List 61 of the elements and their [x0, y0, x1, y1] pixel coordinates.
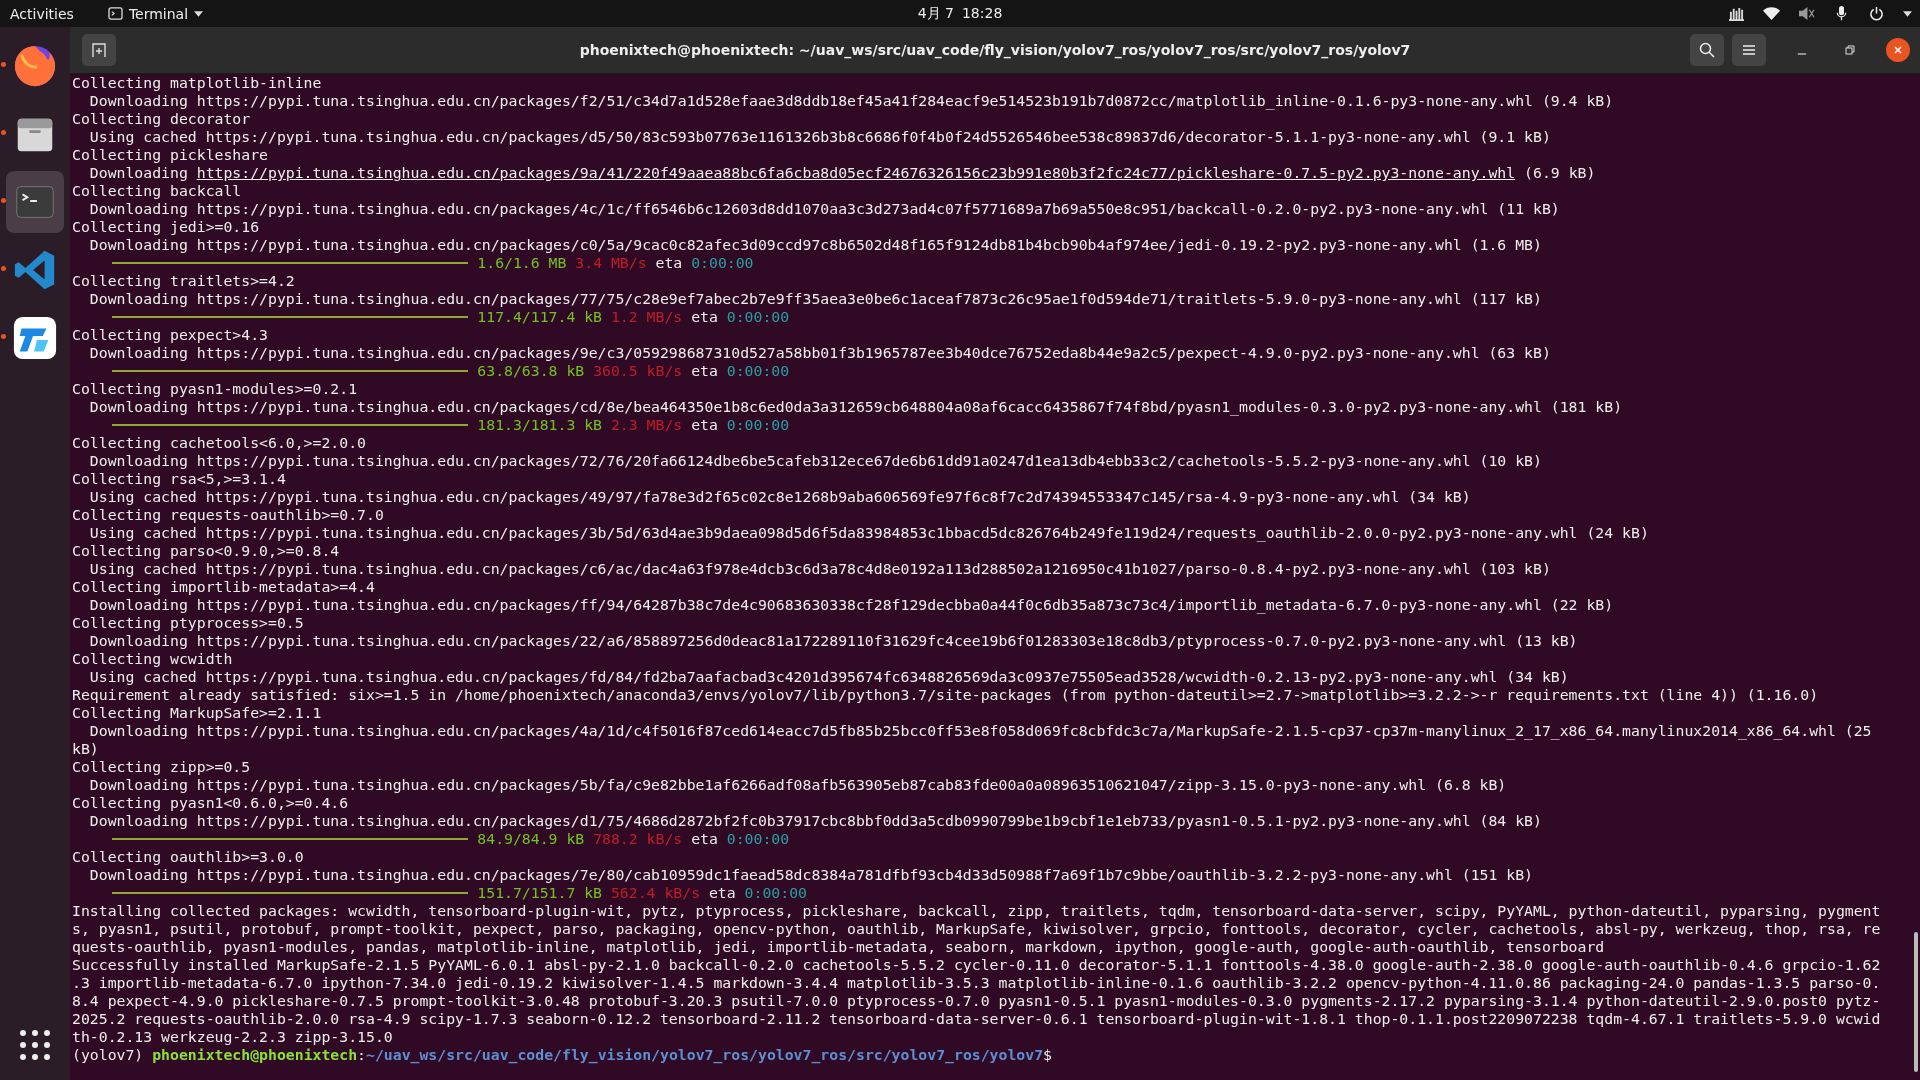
terminal-line: Downloading https://pypi.tuna.tsinghua.edu.cn/packages/4a/1d/c4f5016f87ced614eacc7d5fb85b25bcc0ff53e8f058d069fc8cbfdc3c7a/MarkupSafe-2.1.5-cp37-cp37m-manylinux_2_17_x86_64.manylinux2014_x86_64.whl (25	[88, 722, 1872, 740]
link[interactable]: https://pypi.tuna.tsinghua.edu.cn/packages/9a/41/220f49aaea88bc6fa6cba8d05ecf24676326156c23b991e80b3f2fc24c77/pickleshare-0.7.5-py2.py3-none-any.whl	[196, 164, 1516, 181]
terminal-line: 2025.2 requests-oauthlib-2.0.0 rsa-4.9 scipy-1.7.3 seaborn-0.12.2 tensorboard-2.11.2 tensorboard-data-server-0.6.1 tensorboard-plugin-wit-1.8.1 thop-0.1.1.post2209072238 tqdm-4.67.1 traitlets-5.9.0 wcwid	[72, 1010, 1881, 1028]
terminal-line: Downloading https://pypi.tuna.tsinghua.edu.cn/packages/ff/94/64287b38c7de4c90683630338cf28f129decbba0a44f0c6db35a873c73c4/importlib_metadata-6.7.0-py3-none-any.whl (22 kB)	[88, 596, 1614, 614]
terminal-line: Collecting decorator	[72, 110, 251, 128]
terminal-line: quests-oauthlib, pyasn1-modules, pandas, matplotlib-inline, matplotlib, jedi, importlib-metadata, seaborn, markdown, ipython, google-auth, google-auth-oauthlib, tensorboard	[72, 938, 1605, 956]
progress-status: 1.6/1.6 MB 3.4 MB/s eta 0:00:00	[477, 254, 754, 272]
terminal-line: Using cached https://pypi.tuna.tsinghua.edu.cn/packages/c6/ac/dac4a63f978e4dcb3c6d3a78c4d8e0192a113d288502a1216950c41b1027/parso-0.8.4-py2.py3-none-any.whl (103 kB)	[88, 560, 1551, 578]
terminal-line: Collecting pyasn1<0.6.0,>=0.4.6	[72, 794, 349, 812]
window-title: phoenixtech@phoenixtech: ~/uav_ws/src/uav_code/fly_vision/yolov7_ros/yolov7_ros/src/yolov7_ros/yolov7	[579, 42, 1411, 58]
terminal-line: Downloading https://pypi.tuna.tsinghua.edu.cn/packages/9e/c3/059298687310d527a58bb01f3b1965787ee3b40dce76752eda8b44e9a2c5/pexpect-4.9.0-py2.py3-none-any.whl (63 kB)	[88, 344, 1551, 362]
terminal-line: Collecting parso<0.9.0,>=0.8.4	[72, 542, 340, 560]
terminal-line: Collecting ptyprocess>=0.5	[72, 614, 304, 632]
terminal-line: Downloading https://pypi.tuna.tsinghua.edu.cn/packages/7e/80/cab10959dc1faead58dc8384a781dfbf93cb4d33d50988f7a69f1b7c9bbe/oauthlib-3.2.2-py3-none-any.whl (151 kB)	[88, 866, 1533, 884]
terminal-line: Downloading https://pypi.tuna.tsinghua.edu.cn/packages/4c/1c/ff6546b6c12603d8dd1070aa3c3d273ad4c07f5771689a7b69a550e8c951/backcall-0.2.0-py2.py3-none-any.whl (11 kB)	[88, 200, 1560, 218]
terminal-line: Downloading https://pypi.tuna.tsinghua.edu.cn/packages/72/76/20fa66124dbe6be5cafeb312ece67de6b61dd91a0247d1ea13db4ebb33c2/cachetools-5.5.2-py3-none-any.whl (10 kB)	[88, 452, 1542, 470]
terminal-line: Downloading https://pypi.tuna.tsinghua.edu.cn/packages/22/a6/858897256d0deac81a172289110f31629fc4cee19b6f01283303e18c8db3/ptyprocess-0.7.0-py2.py3-none-any.whl (13 kB)	[88, 632, 1578, 650]
terminal-line: s, pyasn1, psutil, protobuf, prompt-toolkit, pexpect, parso, packaging, opencv-python, oauthlib, MarkupSafe, kiwisolver, grpcio, fonttools, decorator, cycler, cachetools, absl-py, werkzeug, thop, rsa, re	[72, 920, 1881, 938]
terminal-line: Using cached https://pypi.tuna.tsinghua.edu.cn/packages/d5/50/83c593b07763e1161326b3b8c6686f0f4b0f24d5526546bee538c89837d6/decorator-5.1.1-py3-none-any.whl (9.1 kB)	[88, 128, 1551, 146]
terminal-line: Successfully installed MarkupSafe-2.1.5 PyYAML-6.0.1 absl-py-2.1.0 backcall-0.2.0 cachetools-5.5.2 cycler-0.11.0 decorator-5.1.1 fonttools-4.38.0 google-auth-2.38.0 google-auth-oauthlib-0.4.6 grpcio-1.62	[72, 956, 1881, 974]
date-label: 4月 7	[917, 4, 954, 23]
terminal-line: Downloading https://pypi.tuna.tsinghua.edu.cn/packages/d1/75/4686d2872bf2fc0b37917cbc8bbf0dd3a5cdb0990799be1b9cbf1e1eb733/pyasn1-0.5.1-py2.py3-none-any.whl (84 kB)	[88, 812, 1542, 830]
terminal-line: Collecting rsa<5,>=3.1.4	[72, 470, 286, 488]
progress-status: 181.3/181.3 kB 2.3 MB/s eta 0:00:00	[477, 416, 790, 434]
progress-status: 84.9/84.9 kB 788.2 kB/s eta 0:00:00	[477, 830, 790, 848]
terminal-line: Using cached https://pypi.tuna.tsinghua.edu.cn/packages/3b/5d/63d4ae3b9daea098d5d6f5da83984853c1bbacd5dc826764b249fe119d24/requests_oauthlib-2.0.0-py2.py3-none-any.whl (24 kB)	[88, 524, 1649, 542]
terminal-line: th-0.2.13 werkzeug-2.2.3 zipp-3.15.0	[72, 1028, 393, 1046]
terminal-line: .3 importlib-metadata-6.7.0 ipython-7.34.0 jedi-0.19.2 kiwisolver-1.4.5 markdown-3.4.4 matplotlib-3.5.3 matplotlib-inline-0.1.6 oauthlib-3.2.2 opencv-python-4.11.0.86 packaging-24.0 pandas-1.3.5 parso-0.	[72, 974, 1881, 992]
terminal-line: Collecting MarkupSafe>=2.1.1	[72, 704, 322, 722]
app-menu[interactable]: Terminal	[103, 5, 208, 22]
terminal-line: Collecting backcall	[72, 182, 242, 200]
terminal-line: Using cached https://pypi.tuna.tsinghua.edu.cn/packages/fd/84/fd2ba7aafacbad3c4201d395674fc6348826569da3c0937e75505ead3528/wcwidth-0.2.13-py2.py3-none-any.whl (34 kB)	[88, 668, 1569, 686]
terminal-line: Downloading https://pypi.tuna.tsinghua.edu.cn/packages/5b/fa/c9e82bbe1af6266adf08afb563905eb87cab83fde00a0a08963510621047/zipp-3.15.0-py3-none-any.whl (6.8 kB)	[88, 776, 1507, 794]
terminal-line: Collecting requests-oauthlib>=0.7.0	[72, 506, 384, 524]
terminal-line: Collecting traitlets>=4.2	[72, 272, 295, 290]
terminal-line: Collecting cachetools<6.0,>=2.0.0	[72, 434, 366, 452]
terminal-line: kB)	[72, 740, 99, 758]
terminal-line: Collecting importlib-metadata>=4.4	[72, 578, 375, 596]
progress-status: 117.4/117.4 kB 1.2 MB/s eta 0:00:00	[477, 308, 790, 326]
terminal-line: Collecting matplotlib-inline	[72, 74, 322, 92]
terminal-line: Requirement already satisfied: six>=1.5 in /home/phoenixtech/anaconda3/envs/yolov7/lib/python3.7/site-packages (from python-dateutil>=2.7->matplotlib>=3.2.2->-r requirements.txt (line 4)) (1.16.0)	[72, 686, 1819, 704]
terminal-line: Downloading https://pypi.tuna.tsinghua.edu.cn/packages/f2/51/c34d7a1d528efaae3d8ddb18ef45a41f284eacf9e514523b191b7d0872cc/matplotlib_inline-0.1.6-py3-none-any.whl (9.4 kB)	[88, 92, 1614, 110]
terminal-line: Downloading https://pypi.tuna.tsinghua.edu.cn/packages/cd/8e/bea464350e1b8c6ed0da3a312659cb648804a08af6cacc6435867f74f8bd/pyasn1_modules-0.3.0-py2.py3-none-any.whl (181 kB)	[88, 398, 1623, 416]
terminal-line: Downloading https://pypi.tuna.tsinghua.edu.cn/packages/77/75/c28e9ef7abec2b7e9ff35aea3e0be6c1aceaf7873c26c95ae1f0d594de71/traitlets-5.9.0-py3-none-any.whl (117 kB)	[88, 290, 1542, 308]
terminal-line: Collecting pexpect>4.3	[72, 326, 268, 344]
terminal-line: Using cached https://pypi.tuna.tsinghua.edu.cn/packages/49/97/fa78e3d2f65c02c8e1268b9aba606569fe97f6c8f7c2d74394553347c145/rsa-4.9-py3-none-any.whl (34 kB)	[88, 488, 1471, 506]
terminal-line: Installing collected packages: wcwidth, tensorboard-plugin-wit, pytz, ptyprocess, pickleshare, backcall, zipp, traitlets, tqdm, tensorboard-data-server, scipy, PyYAML, python-dateutil, pyparsing, pygment	[72, 902, 1881, 920]
terminal-line: Collecting pickleshare	[72, 146, 268, 164]
time-label: 18:28	[961, 4, 1003, 23]
progress-status: 63.8/63.8 kB 360.5 kB/s eta 0:00:00	[477, 362, 790, 380]
terminal-line: Downloading https://pypi.tuna.tsinghua.edu.cn/packages/c0/5a/9cac0c82afec3d09ccd97c8b6502d48f165f9124db81b4bcb90b4af974ee/jedi-0.19.2-py2.py3-none-any.whl (1.6 MB)	[88, 236, 1542, 254]
terminal-line: Downloading https://pypi.tuna.tsinghua.edu.cn/packages/9a/41/220f49aaea88bc6fa6cba8d05ecf24676326156c23b991e80b3f2fc24c77/pickleshare-0.7.5-py2.py3-none-any.whl (6.9 kB)	[88, 164, 1596, 182]
terminal-line: Collecting wcwidth	[72, 650, 233, 668]
terminal-line: Collecting jedi>=0.16	[72, 218, 260, 236]
progress-status: 151.7/151.7 kB 562.4 kB/s eta 0:00:00	[477, 884, 807, 902]
activities-button[interactable]: Activities	[10, 5, 74, 22]
terminal-line: Collecting pyasn1-modules>=0.2.1	[72, 380, 358, 398]
terminal-line: Collecting zipp>=0.5	[72, 758, 251, 776]
terminal-line: Collecting oauthlib>=3.0.0	[72, 848, 304, 866]
shell-prompt: (yolov7) phoenixtech@phoenixtech:~/uav_ws/src/uav_code/fly_vision/yolov7_ros/yolov7_ros/src/yolov7_ros/yolov7$	[72, 1046, 1052, 1064]
terminal-line: 8.4 pexpect-4.9.0 pickleshare-0.7.5 prompt-toolkit-3.0.48 protobuf-3.20.3 psutil-7.0.0 ptyprocess-0.7.0 pyasn1-0.5.1 pyasn1-modules-0.3.0 pygments-2.17.2 pyparsing-3.1.4 python-dateutil-2.9.0.post0 pytz-	[72, 992, 1881, 1010]
